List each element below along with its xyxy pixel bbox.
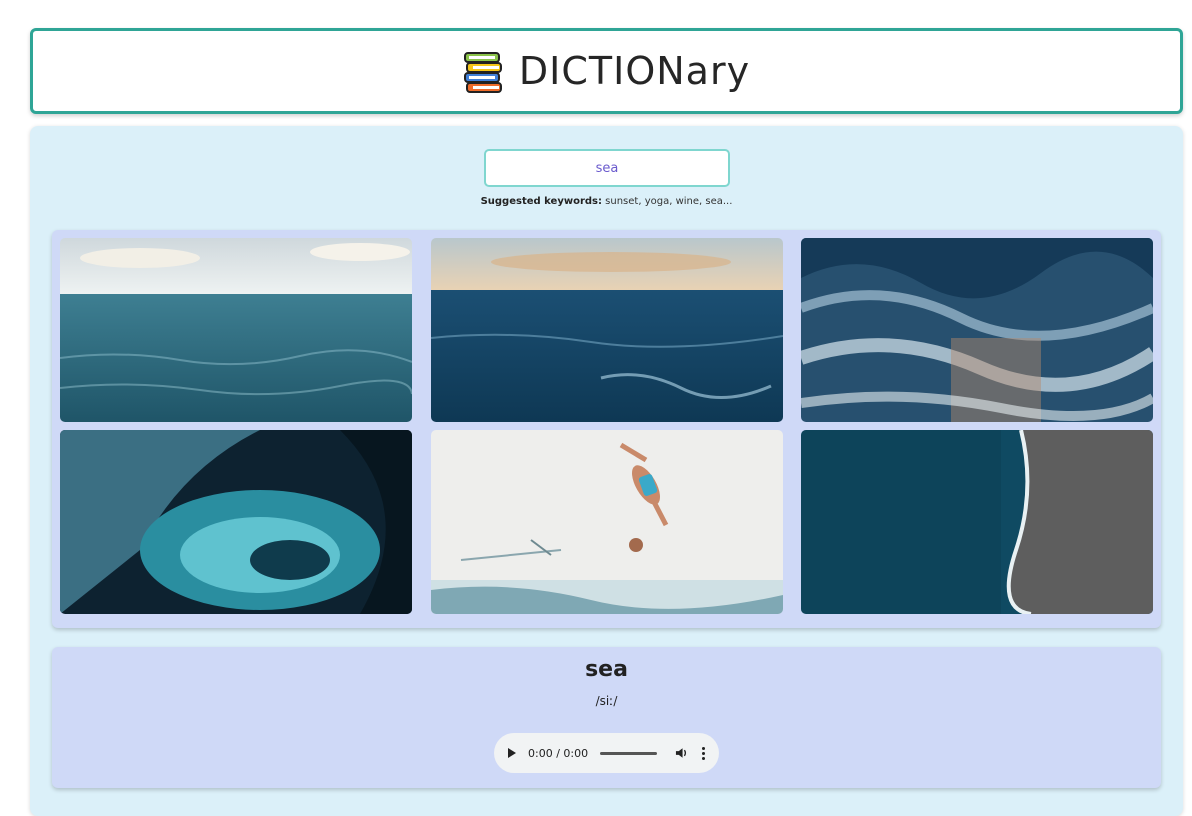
sea-horizon-image[interactable] [60,238,412,422]
app-title: DICTIONary [518,49,751,93]
ocean-waves-sunset-image[interactable] [431,238,783,422]
audio-time: 0:00 / 0:00 [528,746,589,760]
phonetic-text: /siː/ [595,694,618,708]
volume-icon[interactable] [675,746,688,760]
image-gallery [52,230,1161,628]
aerial-beach-image[interactable] [801,430,1153,614]
search-input[interactable] [484,149,730,187]
curling-wave-image[interactable] [60,430,412,614]
suggested-keywords: Suggested keywords: sunset, yoga, wine, … [30,196,1183,207]
audio-player[interactable]: 0:00 / 0:00 [494,733,719,773]
main-panel: Suggested keywords: sunset, yoga, wine, … [30,126,1183,816]
suggested-keywords-text: sunset, yoga, wine, sea... [605,196,733,207]
word-definition-card: sea /siː/ 0:00 / 0:00 [52,647,1161,788]
person-diving-image[interactable] [431,430,783,614]
suggested-keywords-label: Suggested keywords: [480,196,602,207]
word-heading: sea [585,657,628,682]
app-header: DICTIONary [30,28,1183,114]
more-options-icon[interactable] [702,746,705,760]
play-icon[interactable] [508,748,516,758]
aerial-waves-image[interactable] [801,238,1153,422]
books-icon [463,52,502,93]
audio-progress-bar[interactable] [600,751,657,755]
